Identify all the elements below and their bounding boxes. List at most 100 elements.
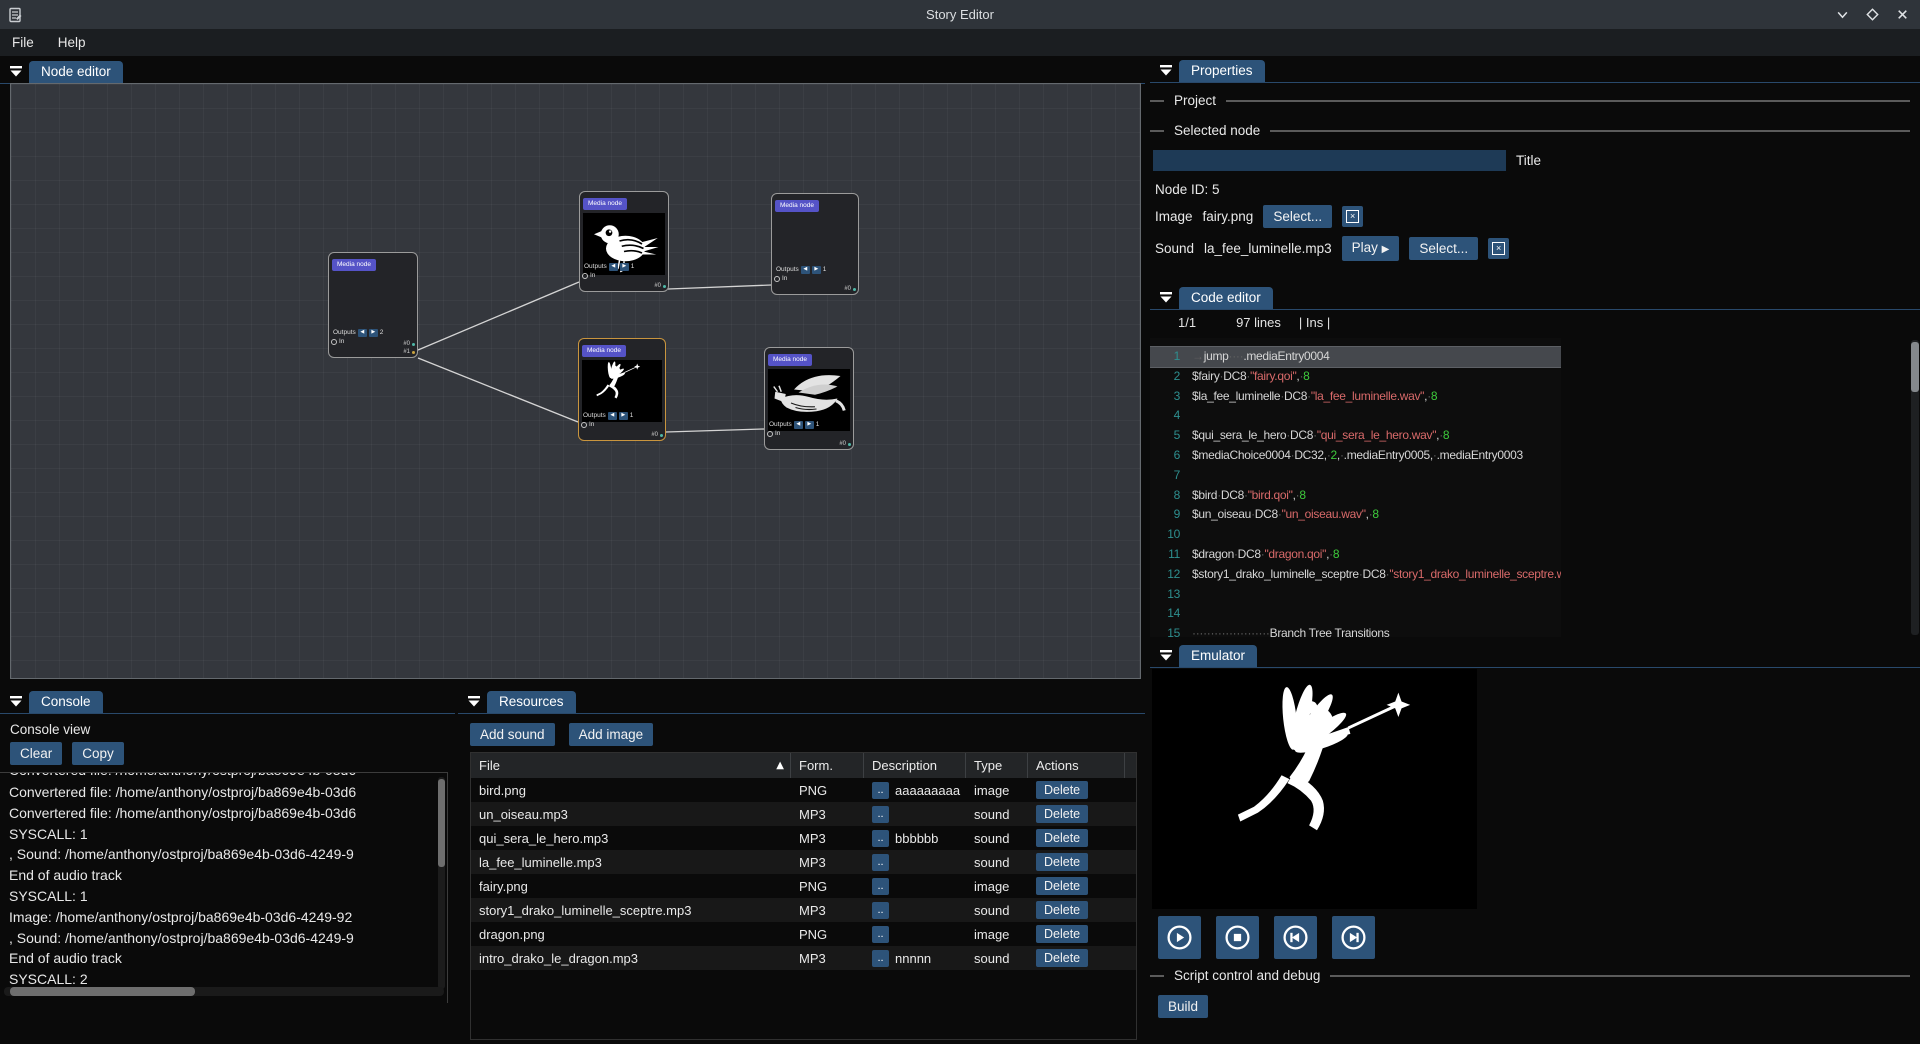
table-row[interactable]: dragon.png PNG .. image Delete [471,922,1136,946]
add-image-button[interactable]: Add image [569,723,654,746]
decrement-button[interactable]: ◀ [358,329,367,337]
output-pin[interactable]: #0 [839,440,851,448]
tab-resources[interactable]: Resources [487,691,576,713]
emulator-play-button[interactable] [1158,916,1201,959]
collapse-icon[interactable] [467,694,481,708]
tab-console[interactable]: Console [29,691,103,713]
output-pin[interactable]: #1 [403,348,415,356]
code-line[interactable]: 6$mediaChoice0004·DC32,·2,·.mediaEntry00… [1150,446,1561,466]
collapse-icon[interactable] [1159,63,1173,77]
code-line[interactable]: 4 [1150,406,1561,426]
edit-description-button[interactable]: .. [872,902,889,919]
build-button[interactable]: Build [1158,995,1208,1018]
node-canvas[interactable]: Media node Outputs ◀ ▶ 2 In #0 #1 Media … [10,83,1141,679]
column-format[interactable]: Form. [791,753,864,778]
select-sound-button[interactable]: Select... [1409,237,1478,260]
code-line[interactable]: 13 [1150,585,1561,605]
delete-button[interactable]: Delete [1036,781,1088,799]
code-line[interactable]: 15·····················Branch Tree Trans… [1150,624,1561,637]
output-pin[interactable]: #0 [844,285,856,293]
tab-emulator[interactable]: Emulator [1179,645,1257,667]
input-pin[interactable] [331,339,337,345]
delete-button[interactable]: Delete [1036,949,1088,967]
emulator-step-back-button[interactable] [1274,916,1317,959]
clear-sound-button[interactable]: × [1488,238,1509,259]
output-pin[interactable]: #0 [651,431,663,439]
column-description[interactable]: Description [864,753,966,778]
delete-button[interactable]: Delete [1036,805,1088,823]
table-row[interactable]: bird.png PNG ..aaaaaaaaa image Delete [471,778,1136,802]
code-line[interactable]: 9$un_oiseau·DC8·"un_oiseau.wav",·8 [1150,505,1561,525]
table-row[interactable]: la_fee_luminelle.mp3 MP3 .. sound Delete [471,850,1136,874]
add-sound-button[interactable]: Add sound [470,723,555,746]
minimize-button[interactable] [1834,7,1850,23]
edit-description-button[interactable]: .. [872,854,889,871]
media-node-start[interactable]: Media node Outputs ◀ ▶ 2 In #0 #1 [328,252,418,358]
edit-description-button[interactable]: .. [872,950,889,967]
menu-file[interactable]: File [0,32,46,53]
increment-button[interactable]: ▶ [619,412,628,420]
collapse-icon[interactable] [9,694,23,708]
tab-node-editor[interactable]: Node editor [29,61,123,83]
clear-button[interactable]: Clear [10,742,62,765]
edit-description-button[interactable]: .. [872,806,889,823]
media-node-dragon[interactable]: Media node Outputs ◀ ▶ 1 In #0 [764,347,854,450]
select-image-button[interactable]: Select... [1263,205,1332,228]
tab-properties[interactable]: Properties [1179,60,1265,82]
decrement-button[interactable]: ◀ [609,263,618,271]
code-line[interactable]: 2$fairy·DC8·"fairy.qoi",·8 [1150,367,1561,387]
emulator-step-forward-button[interactable] [1332,916,1375,959]
code-line[interactable]: 12$story1_drako_luminelle_sceptre·DC8·"s… [1150,565,1561,585]
code-line[interactable]: 3$la_fee_luminelle·DC8·"la_fee_luminelle… [1150,387,1561,407]
code-editor-scrollbar[interactable] [1911,340,1919,635]
code-line[interactable]: 7 [1150,466,1561,486]
emulator-stop-button[interactable] [1216,916,1259,959]
code-editor-area[interactable]: 1→jump····.mediaEntry00042$fairy·DC8·"fa… [1150,338,1561,637]
column-type[interactable]: Type [966,753,1028,778]
delete-button[interactable]: Delete [1036,925,1088,943]
edit-description-button[interactable]: .. [872,926,889,943]
edit-description-button[interactable]: .. [872,782,889,799]
console-log[interactable]: Convertered file: /home/anthony/ostproj/… [0,772,448,1003]
output-pin[interactable]: #0 [654,282,666,290]
console-v-scrollbar[interactable] [438,777,445,989]
increment-button[interactable]: ▶ [812,266,821,274]
code-line[interactable]: 5$qui_sera_le_hero·DC8·"qui_sera_le_hero… [1150,426,1561,446]
increment-button[interactable]: ▶ [620,263,629,271]
edit-description-button[interactable]: .. [872,830,889,847]
play-sound-button[interactable]: Play ▶ [1342,236,1400,261]
column-file[interactable]: File ▲ [471,753,791,778]
media-node-bird[interactable]: Media node Outputs ◀ ▶ 1 In #0 [579,191,669,292]
delete-button[interactable]: Delete [1036,877,1088,895]
code-line[interactable]: 14 [1150,604,1561,624]
delete-button[interactable]: Delete [1036,829,1088,847]
table-row[interactable]: story1_drako_luminelle_sceptre.mp3 MP3 .… [471,898,1136,922]
table-row[interactable]: un_oiseau.mp3 MP3 .. sound Delete [471,802,1136,826]
input-pin[interactable] [767,431,773,437]
delete-button[interactable]: Delete [1036,901,1088,919]
close-button[interactable] [1894,7,1910,23]
code-line[interactable]: 1→jump····.mediaEntry0004 [1150,346,1561,368]
table-row[interactable]: qui_sera_le_hero.mp3 MP3 ..bbbbbb sound … [471,826,1136,850]
output-pin[interactable]: #0 [403,340,415,348]
table-row[interactable]: intro_drako_le_dragon.mp3 MP3 ..nnnnn so… [471,946,1136,970]
column-actions[interactable]: Actions [1028,753,1125,778]
clear-image-button[interactable]: × [1342,206,1363,227]
collapse-icon[interactable] [1159,290,1173,304]
title-input[interactable] [1153,150,1506,171]
input-pin[interactable] [774,276,780,282]
media-node-choice[interactable]: Media node Outputs ◀ ▶ 1 In #0 [771,193,859,295]
decrement-button[interactable]: ◀ [794,421,803,429]
table-row[interactable]: fairy.png PNG .. image Delete [471,874,1136,898]
code-line[interactable]: 11$dragon·DC8·"dragon.qoi",·8 [1150,545,1561,565]
code-line[interactable]: 8$bird·DC8·"bird.qoi",·8 [1150,486,1561,506]
input-pin[interactable] [581,422,587,428]
tab-code-editor[interactable]: Code editor [1179,287,1273,309]
menu-help[interactable]: Help [46,32,98,53]
delete-button[interactable]: Delete [1036,853,1088,871]
decrement-button[interactable]: ◀ [801,266,810,274]
increment-button[interactable]: ▶ [369,329,378,337]
decrement-button[interactable]: ◀ [608,412,617,420]
media-node-fairy[interactable]: Media node Outputs ◀ ▶ 1 In #0 [578,338,666,441]
collapse-icon[interactable] [1159,648,1173,662]
